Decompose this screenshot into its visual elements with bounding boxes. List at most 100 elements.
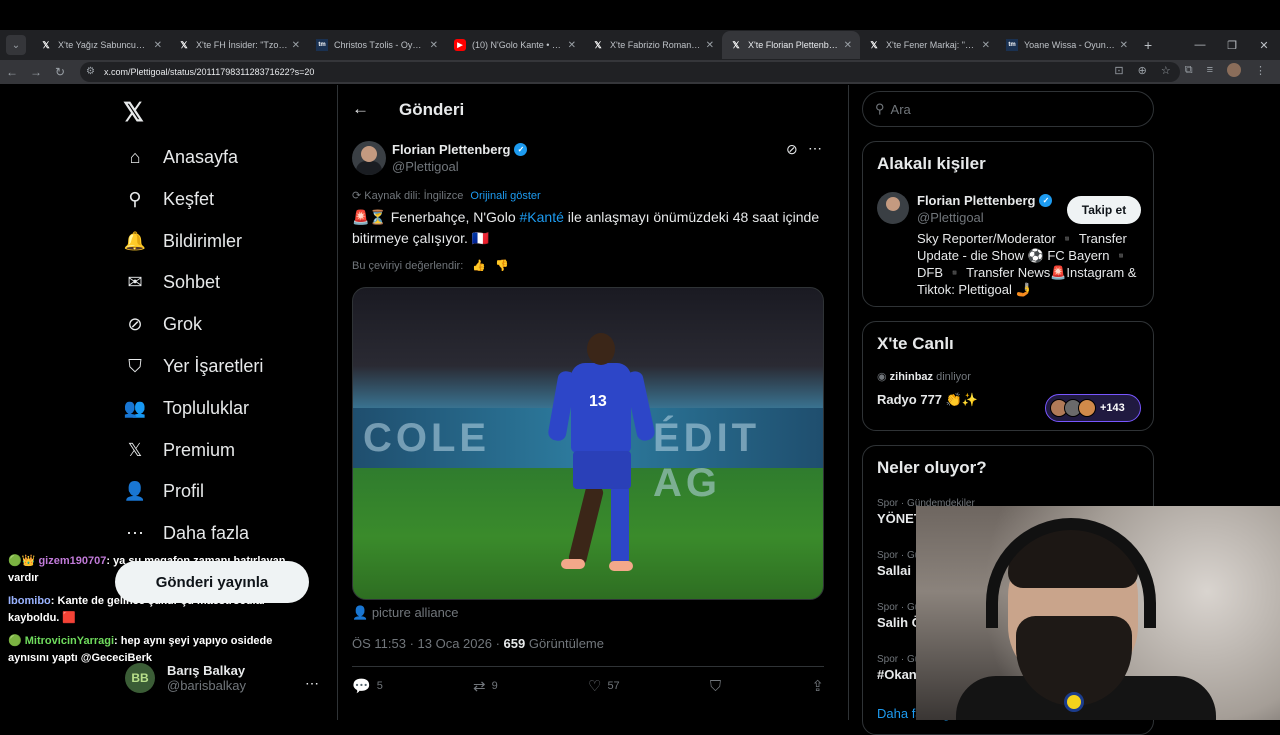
person-handle[interactable]: @Plettigoal bbox=[917, 210, 984, 225]
main-column: ← Gönderi Florian Plettenberg ✓ @Plettigo… bbox=[337, 85, 849, 720]
author-avatar[interactable] bbox=[352, 141, 386, 175]
nav-item-label: Premium bbox=[163, 439, 236, 460]
browser-tab[interactable]: 𝕏 X'te Fener Markaj: "Ertan ✕ bbox=[860, 31, 998, 59]
nav-item-grok[interactable]: ⊘ Grok bbox=[123, 304, 202, 344]
close-tab-icon[interactable]: ✕ bbox=[844, 40, 852, 51]
url-text: x.com/Plettigoal/status/2011179831128371… bbox=[104, 67, 315, 77]
browser-tab[interactable]: 𝕏 X'te FH İnsider: "Tzolis iç ✕ bbox=[170, 31, 308, 59]
close-tab-icon[interactable]: ✕ bbox=[568, 40, 576, 51]
grok-icon[interactable]: ⊘ bbox=[786, 141, 798, 158]
post-more-icon[interactable]: ⋯ bbox=[808, 140, 822, 157]
address-toolbar: ← → ↻ ⚙ x.com/Plettigoal/status/20111798… bbox=[0, 60, 1280, 84]
browser-tab[interactable]: 𝕏 X'te Florian Plettenberg: " ✕ bbox=[722, 31, 860, 59]
window-controls: — ❐ ✕ bbox=[1184, 30, 1280, 60]
tab-search-icon[interactable]: ⌄ bbox=[6, 35, 26, 55]
live-listeners-pill[interactable]: +143 bbox=[1045, 394, 1141, 422]
restore-icon[interactable]: ❐ bbox=[1216, 39, 1248, 52]
like-button[interactable]: ♡ 57 bbox=[588, 677, 620, 695]
nav-item-premium[interactable]: 𝕏 Premium bbox=[123, 430, 235, 470]
repost-button[interactable]: ⇄ 9 bbox=[473, 677, 498, 695]
new-tab-button[interactable]: + bbox=[1144, 37, 1152, 53]
transfermarkt-icon: tm bbox=[316, 39, 328, 51]
nav-item-topluluklar[interactable]: 👥 Topluluklar bbox=[123, 388, 249, 428]
person-name[interactable]: Florian Plettenberg ✓ bbox=[917, 193, 1053, 208]
tab-groups-icon[interactable]: ≡ bbox=[1207, 64, 1213, 76]
tab-title: X'te Fabrizio Romano: " bbox=[610, 40, 702, 50]
close-tab-icon[interactable]: ✕ bbox=[154, 40, 162, 51]
chat-message: 🟢 MitrovicinYarragi: hep aynı şeyi yapıy… bbox=[8, 635, 273, 664]
author-name[interactable]: Florian Plettenberg ✓ bbox=[392, 142, 528, 157]
post-image[interactable]: COLE ÉDIT AG 13 bbox=[352, 287, 824, 600]
nav-item-bildirimler[interactable]: 🔔 Bildirimler bbox=[123, 221, 242, 261]
close-tab-icon[interactable]: ✕ bbox=[1120, 40, 1128, 51]
live-card: X'te Canlı ◉ zihinbaz dinliyor Radyo 777… bbox=[862, 321, 1154, 431]
browser-tab[interactable]: tm Christos Tzolis - Oyuncu p ✕ bbox=[308, 31, 446, 59]
browser-tab[interactable]: ▶ (10) N'Golo Kante • Fene ✕ bbox=[446, 31, 584, 59]
profile-avatar[interactable] bbox=[1227, 63, 1241, 77]
person-avatar[interactable] bbox=[877, 192, 909, 224]
translation-info: ⟳ Kaynak dili: İngilizce Orijinali göste… bbox=[352, 190, 541, 202]
show-original-link[interactable]: Orijinali göster bbox=[470, 190, 540, 202]
close-tab-icon[interactable]: ✕ bbox=[706, 40, 714, 51]
forward-arrow-icon[interactable]: → bbox=[24, 65, 48, 79]
author-handle[interactable]: @Plettigoal bbox=[392, 159, 459, 174]
card-title: Neler oluyor? bbox=[877, 458, 987, 477]
back-arrow-icon[interactable]: ← bbox=[352, 99, 369, 119]
divider bbox=[352, 666, 824, 667]
nav-item-yer-i̇şaretleri[interactable]: ⛉ Yer İşaretleri bbox=[123, 346, 263, 386]
user-name: Barış Balkay bbox=[167, 663, 246, 678]
nav-item-label: Topluluklar bbox=[163, 397, 250, 418]
communities-icon: 👥 bbox=[123, 397, 147, 418]
transfermarkt-icon: tm bbox=[1006, 39, 1018, 51]
browser-tab[interactable]: 𝕏 X'te Yağız Sabuncuoğlu: " ✕ bbox=[32, 31, 170, 59]
media-credit[interactable]: 👤 picture alliance bbox=[352, 605, 459, 621]
extensions-icon[interactable]: ⧉ bbox=[1185, 64, 1193, 77]
account-more-icon[interactable]: ⋯ bbox=[305, 675, 319, 692]
nav-item-label: Sohbet bbox=[163, 271, 221, 292]
repost-icon: ⇄ bbox=[473, 678, 486, 695]
nav-item-profil[interactable]: 👤 Profil bbox=[123, 471, 204, 511]
live-space-title[interactable]: Radyo 777 👏✨ bbox=[877, 392, 978, 408]
x-logo-icon[interactable]: 𝕏 bbox=[123, 97, 144, 128]
browser-tab[interactable]: 𝕏 X'te Fabrizio Romano: " ✕ bbox=[584, 31, 722, 59]
account-switcher[interactable]: BB Barış Balkay @barisbalkay bbox=[125, 663, 246, 693]
install-icon[interactable]: ⊡ bbox=[1114, 64, 1123, 77]
close-tab-icon[interactable]: ✕ bbox=[430, 40, 438, 51]
close-tab-icon[interactable]: ✕ bbox=[292, 40, 300, 51]
browser-tab[interactable]: tm Yoane Wissa - Oyuncu p ✕ bbox=[998, 31, 1136, 59]
menu-icon[interactable]: ⋮ bbox=[1255, 64, 1266, 77]
reply-button[interactable]: 💬 5 bbox=[352, 677, 383, 695]
bookmark-button[interactable]: ⛉ bbox=[710, 677, 721, 695]
hashtag-link[interactable]: #Kanté bbox=[520, 209, 564, 225]
follow-button[interactable]: Takip et bbox=[1067, 196, 1141, 224]
spaces-icon: ◉ bbox=[877, 371, 890, 383]
close-tab-icon[interactable]: ✕ bbox=[982, 40, 990, 51]
thumbs-down-icon[interactable]: 👎 bbox=[495, 260, 509, 272]
close-window-icon[interactable]: ✕ bbox=[1248, 39, 1280, 52]
browser-tab-strip: ⌄ 𝕏 X'te Yağız Sabuncuoğlu: " ✕ 𝕏 X'te FH İn… bbox=[0, 30, 1280, 60]
search-input[interactable]: ⚲ Ara bbox=[862, 91, 1154, 127]
heart-icon: ♡ bbox=[587, 678, 602, 695]
nav-item-label: Yer İşaretleri bbox=[163, 355, 264, 376]
bookmark-icon: ⛉ bbox=[709, 677, 722, 695]
site-info-icon[interactable]: ⚙ bbox=[86, 66, 95, 77]
bell-icon: 🔔 bbox=[123, 230, 147, 251]
nav-item-keşfet[interactable]: ⚲ Keşfet bbox=[123, 179, 214, 219]
share-button[interactable]: ⇪ bbox=[811, 677, 824, 695]
reply-icon: 💬 bbox=[352, 678, 371, 695]
zoom-icon[interactable]: ⊕ bbox=[1138, 64, 1147, 77]
bookmark-icon: ⛉ bbox=[128, 355, 142, 376]
nav-item-anasayfa[interactable]: ⌂ Anasayfa bbox=[123, 137, 239, 177]
back-arrow-icon[interactable]: ← bbox=[0, 65, 24, 79]
nav-item-daha-fazla[interactable]: ⋯ Daha fazla bbox=[123, 513, 249, 553]
url-bar[interactable]: ⚙ x.com/Plettigoal/status/20111798311283… bbox=[80, 62, 1180, 82]
post-compose-button[interactable]: Gönderi yayınla bbox=[115, 561, 309, 603]
person-icon: 👤 bbox=[352, 605, 372, 620]
reload-icon[interactable]: ↻ bbox=[48, 65, 72, 79]
nav-item-sohbet[interactable]: ✉ Sohbet bbox=[123, 262, 220, 302]
bookmark-star-icon[interactable]: ☆ bbox=[1161, 64, 1171, 77]
thumbs-up-icon[interactable]: 👍 bbox=[472, 260, 486, 272]
live-host: ◉ zihinbaz dinliyor bbox=[877, 371, 971, 383]
minimize-icon[interactable]: — bbox=[1184, 39, 1216, 51]
x-icon: 𝕏 bbox=[180, 39, 188, 50]
